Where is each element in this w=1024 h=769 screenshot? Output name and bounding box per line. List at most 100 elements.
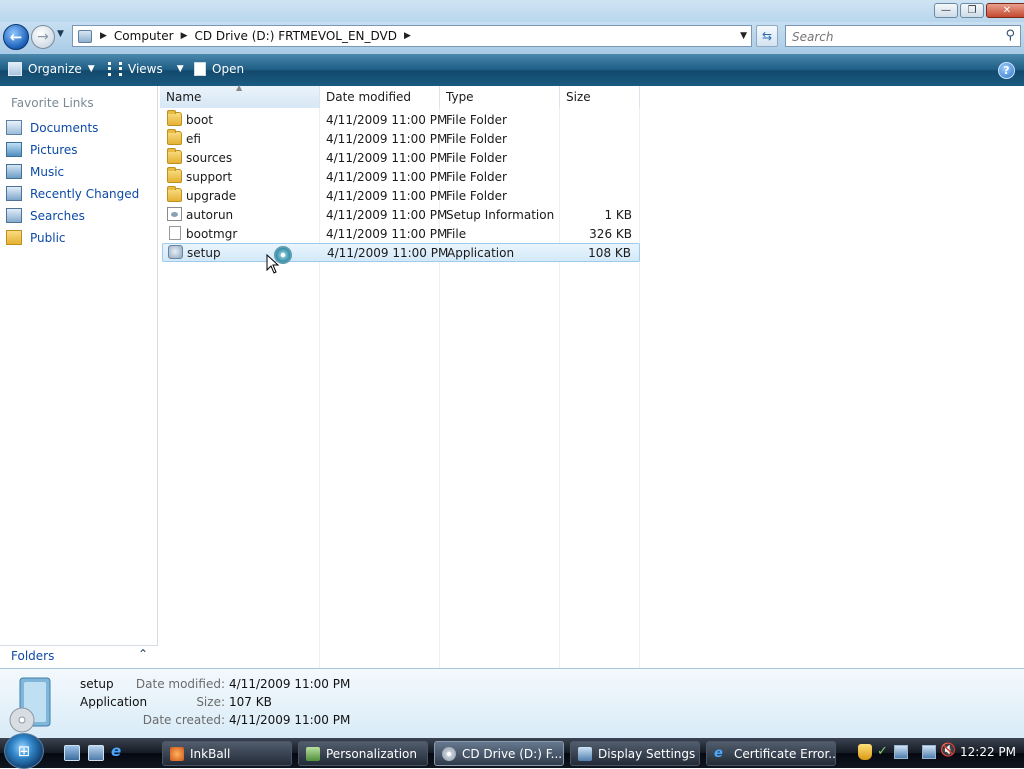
internet-explorer-icon: e xyxy=(714,746,723,761)
views-button[interactable]: Views ▼ xyxy=(108,62,184,76)
task-label: Certificate Error... xyxy=(734,746,835,761)
sidebar-item-searches[interactable]: Searches xyxy=(6,208,85,223)
search-icon[interactable]: ⚲ xyxy=(1005,28,1015,43)
music-icon xyxy=(6,164,22,179)
recently-changed-icon xyxy=(6,186,22,201)
breadcrumb-separator[interactable]: ▶ xyxy=(181,31,188,41)
views-label: Views xyxy=(128,62,163,76)
file-date: 4/11/2009 11:00 PM xyxy=(326,132,448,146)
help-button[interactable]: ? xyxy=(998,62,1015,79)
taskbar-button-cd-drive[interactable]: CD Drive (D:) F... xyxy=(434,741,564,766)
file-row-bootmgr[interactable]: bootmgr 4/11/2009 11:00 PM File 326 KB xyxy=(162,224,640,243)
taskbar-button-certificate-error[interactable]: e Certificate Error... xyxy=(706,741,836,766)
organize-label: Organize xyxy=(28,62,82,76)
file-date: 4/11/2009 11:00 PM xyxy=(326,170,448,184)
breadcrumb-cd-drive[interactable]: CD Drive (D:) FRTMEVOL_EN_DVD xyxy=(195,29,398,43)
sidebar-item-label: Searches xyxy=(30,208,85,223)
tray-app-icon[interactable] xyxy=(894,745,908,759)
sidebar-item-label: Public xyxy=(30,230,66,245)
breadcrumb-separator[interactable]: ▶ xyxy=(100,31,107,41)
refresh-button[interactable]: ⇆ xyxy=(756,25,778,47)
network-connection-icon[interactable] xyxy=(922,745,936,759)
file-type: Application xyxy=(447,246,515,260)
sidebar-item-label: Recently Changed xyxy=(30,186,140,201)
network-tray-icon[interactable]: ✓ xyxy=(877,744,888,759)
file-type: File Folder xyxy=(446,132,507,146)
sidebar-item-documents[interactable]: Documents xyxy=(6,120,98,135)
sidebar-item-music[interactable]: Music xyxy=(6,164,64,179)
file-row-sources[interactable]: sources 4/11/2009 11:00 PM File Folder xyxy=(162,148,640,167)
personalization-icon xyxy=(306,746,320,761)
file-row-support[interactable]: support 4/11/2009 11:00 PM File Folder xyxy=(162,167,640,186)
file-date: 4/11/2009 11:00 PM xyxy=(326,189,448,203)
recent-pages-dropdown[interactable]: ▼ xyxy=(57,29,64,39)
switch-windows-icon[interactable] xyxy=(88,745,104,761)
sidebar-item-label: Music xyxy=(30,164,65,179)
file-name: support xyxy=(186,170,233,184)
file-date: 4/11/2009 11:00 PM xyxy=(326,208,448,222)
sidebar-item-public[interactable]: Public xyxy=(6,230,66,245)
file-icon xyxy=(169,226,181,240)
address-bar[interactable]: ▶ Computer ▶ CD Drive (D:) FRTMEVOL_EN_D… xyxy=(72,25,752,47)
file-type: File Folder xyxy=(446,151,507,165)
task-label: Personalization xyxy=(326,746,417,761)
chevron-down-icon: ▼ xyxy=(176,64,184,74)
organize-button[interactable]: Organize ▼ xyxy=(8,62,95,76)
taskbar-clock[interactable]: 12:22 PM xyxy=(960,745,1016,759)
breadcrumb-separator[interactable]: ▶ xyxy=(404,31,411,41)
taskbar-button-inkball[interactable]: InkBall xyxy=(162,741,292,766)
open-button[interactable]: Open xyxy=(194,62,244,76)
column-header-label: Type xyxy=(446,90,474,104)
column-header-type[interactable]: Type xyxy=(440,86,560,108)
favorite-links-heading: Favorite Links xyxy=(11,96,94,110)
folder-icon xyxy=(167,110,182,126)
sidebar-item-pictures[interactable]: Pictures xyxy=(6,142,78,157)
task-label: Display Settings xyxy=(598,746,696,761)
organize-icon xyxy=(8,62,22,76)
internet-explorer-icon[interactable]: e xyxy=(111,742,127,760)
search-box[interactable]: ⚲ xyxy=(785,25,1021,47)
minimize-button[interactable]: — xyxy=(934,3,958,18)
sidebar-item-recently-changed[interactable]: Recently Changed xyxy=(6,186,139,201)
start-button[interactable]: ⊞ xyxy=(4,733,44,769)
taskbar-button-personalization[interactable]: Personalization xyxy=(298,741,428,766)
file-row-upgrade[interactable]: upgrade 4/11/2009 11:00 PM File Folder xyxy=(162,186,640,205)
close-button[interactable]: ✕ xyxy=(986,3,1024,18)
breadcrumb-computer[interactable]: Computer xyxy=(114,29,174,43)
column-header-date[interactable]: Date modified xyxy=(320,86,440,108)
title-bar xyxy=(0,0,1024,22)
file-row-autorun[interactable]: autorun 4/11/2009 11:00 PM Setup Informa… xyxy=(162,205,640,224)
folders-label[interactable]: Folders xyxy=(11,649,54,663)
column-header-size[interactable]: Size xyxy=(560,86,640,108)
search-input[interactable] xyxy=(790,27,994,47)
cd-drive-icon xyxy=(442,746,456,761)
views-icon xyxy=(108,62,122,76)
task-label: InkBall xyxy=(190,746,231,761)
show-desktop-icon[interactable] xyxy=(64,745,80,761)
computer-location-icon xyxy=(78,29,92,43)
file-date: 4/11/2009 11:00 PM xyxy=(326,151,448,165)
security-shield-icon[interactable] xyxy=(858,744,872,760)
back-button[interactable]: ← xyxy=(3,24,29,50)
file-name: bootmgr xyxy=(186,227,238,241)
file-row-setup[interactable]: setup 4/11/2009 11:00 PM Application 108… xyxy=(162,243,640,262)
column-header-label: Date modified xyxy=(326,90,412,104)
address-history-dropdown[interactable]: ▼ xyxy=(740,31,747,41)
setup-application-icon xyxy=(9,677,51,733)
file-name: setup xyxy=(187,246,221,260)
maximize-button[interactable]: ❐ xyxy=(960,3,984,18)
taskbar-button-display-settings[interactable]: Display Settings xyxy=(570,741,700,766)
details-size-label: Size: xyxy=(196,695,225,709)
sidebar-item-label: Pictures xyxy=(30,142,78,157)
file-name: efi xyxy=(186,132,201,146)
details-size-value: 107 KB xyxy=(229,695,272,709)
file-row-boot[interactable]: boot 4/11/2009 11:00 PM File Folder xyxy=(162,110,640,129)
volume-muted-icon[interactable]: 🔇 xyxy=(940,743,956,758)
chevron-up-icon[interactable]: ⌃ xyxy=(138,647,148,661)
open-label: Open xyxy=(212,62,245,76)
forward-button[interactable]: → xyxy=(31,25,55,49)
chevron-down-icon: ▼ xyxy=(87,64,95,74)
file-name: upgrade xyxy=(186,189,237,203)
file-row-efi[interactable]: efi 4/11/2009 11:00 PM File Folder xyxy=(162,129,640,148)
file-type: File Folder xyxy=(446,189,507,203)
